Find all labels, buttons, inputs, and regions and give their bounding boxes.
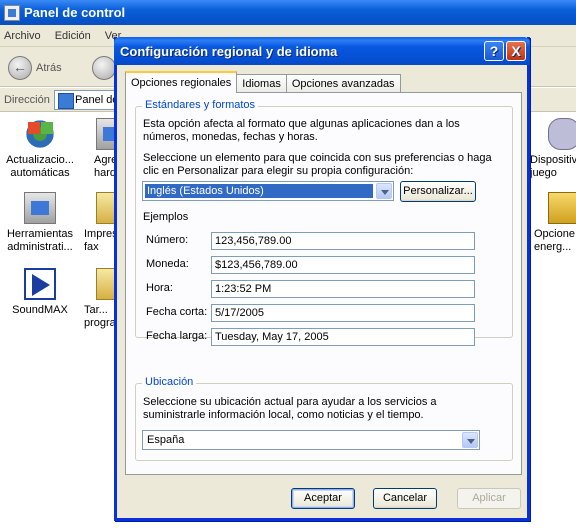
cp-item-printers[interactable]: Impres... fax [82, 192, 114, 254]
time-example-field: 1:23:52 PM [211, 280, 475, 298]
cp-item-label: Impres... fax [84, 228, 114, 253]
number-label: Número: [146, 234, 189, 246]
tab-languages[interactable]: Idiomas [236, 74, 287, 93]
cp-item-soundmax[interactable]: SoundMAX [0, 268, 80, 317]
soundmax-icon [24, 268, 56, 300]
cp-item-label: SoundMAX [12, 304, 68, 316]
cp-item-label: Tar... progra... [84, 304, 114, 329]
short-date-example-field: 5/17/2005 [211, 304, 475, 322]
number-example-field: 123,456,789.00 [211, 232, 475, 250]
location-description-line1: Seleccione su ubicación actual para ayud… [143, 396, 437, 408]
admin-tools-icon [24, 192, 56, 224]
location-select-value: España [147, 434, 185, 446]
ok-button[interactable]: Aceptar [291, 488, 355, 509]
currency-example-field: $123,456,789.00 [211, 256, 475, 274]
windows-update-icon [24, 118, 56, 150]
control-panel-icon [4, 4, 20, 21]
short-date-label: Fecha corta: [146, 306, 208, 318]
standards-instruction-line1: Seleccione un elemento para que coincida… [143, 152, 492, 164]
cp-item-admin-tools[interactable]: Herramientas administrati... [0, 192, 80, 254]
examples-label: Ejemplos [143, 211, 189, 223]
standards-description-line2: números, monedas, fechas y horas. [143, 131, 318, 143]
cp-item-add-hardware[interactable]: Agre... hard... [82, 118, 114, 180]
cp-item-power-options[interactable]: Opcione... energ... [530, 192, 576, 254]
customize-button[interactable]: Personalizar... [400, 181, 476, 202]
location-select[interactable]: España [142, 430, 480, 450]
locale-select[interactable]: Inglés (Estados Unidos) [142, 181, 394, 201]
locale-select-value: Inglés (Estados Unidos) [145, 184, 373, 198]
power-options-icon [548, 192, 576, 224]
dialog-title: Configuración regional y de idioma [120, 43, 338, 59]
standards-instruction-line2: clic en Personalizar para elegir su prop… [143, 165, 414, 177]
address-label: Dirección [4, 94, 50, 106]
time-label: Hora: [146, 282, 173, 294]
chevron-down-icon[interactable] [376, 183, 392, 199]
standards-legend: Estándares y formatos [142, 99, 259, 111]
cp-item-label: Herramientas administrati... [6, 228, 74, 253]
location-description-line2: suministrarle información local, como no… [143, 409, 424, 421]
background-window-titlebar[interactable]: Panel de control [0, 0, 576, 25]
regional-settings-dialog: Configuración regional y de idioma ? X O… [114, 37, 530, 521]
long-date-example-field: Tuesday, May 17, 2005 [211, 328, 475, 346]
cp-item-label: Opcione... energ... [534, 228, 576, 253]
cp-item-scheduled-tasks[interactable]: Tar... progra... [82, 268, 114, 330]
tab-regional-options[interactable]: Opciones regionales [125, 71, 238, 93]
help-icon[interactable]: ? [484, 41, 504, 61]
forward-arrow-icon[interactable] [92, 56, 116, 80]
cp-item-game-controllers[interactable]: Dispositiv... juego [530, 118, 576, 180]
tab-strip: Opciones regionales Idiomas Opciones ava… [125, 71, 401, 93]
cp-item-label: Agre... hard... [94, 154, 114, 179]
cp-item-windows-update[interactable]: Actualizacio... automáticas [0, 118, 80, 180]
long-date-label: Fecha larga: [146, 330, 208, 342]
cp-item-label: Actualizacio... automáticas [6, 154, 74, 179]
back-arrow-icon[interactable] [8, 56, 32, 80]
background-window-title: Panel de control [24, 5, 126, 20]
apply-button[interactable]: Aplicar [457, 488, 521, 509]
printers-icon [96, 192, 114, 224]
add-hardware-icon [96, 118, 114, 150]
currency-label: Moneda: [146, 258, 189, 270]
tab-advanced-options[interactable]: Opciones avanzadas [285, 74, 401, 93]
dialog-titlebar[interactable]: Configuración regional y de idioma ? X [114, 37, 530, 65]
scheduled-tasks-icon [96, 268, 114, 300]
back-button-label[interactable]: Atrás [36, 62, 62, 74]
cancel-button[interactable]: Cancelar [373, 488, 437, 509]
standards-description-line1: Esta opción afecta al formato que alguna… [143, 118, 460, 130]
menu-edicion[interactable]: Edición [55, 30, 91, 42]
location-legend: Ubicación [142, 376, 197, 388]
cp-item-label: Dispositiv... juego [530, 154, 576, 179]
close-icon[interactable]: X [506, 41, 526, 61]
game-controllers-icon [548, 118, 576, 150]
menu-archivo[interactable]: Archivo [4, 30, 41, 42]
tab-panel: Estándares y formatos Esta opción afecta… [125, 92, 522, 475]
chevron-down-icon[interactable] [462, 432, 478, 448]
